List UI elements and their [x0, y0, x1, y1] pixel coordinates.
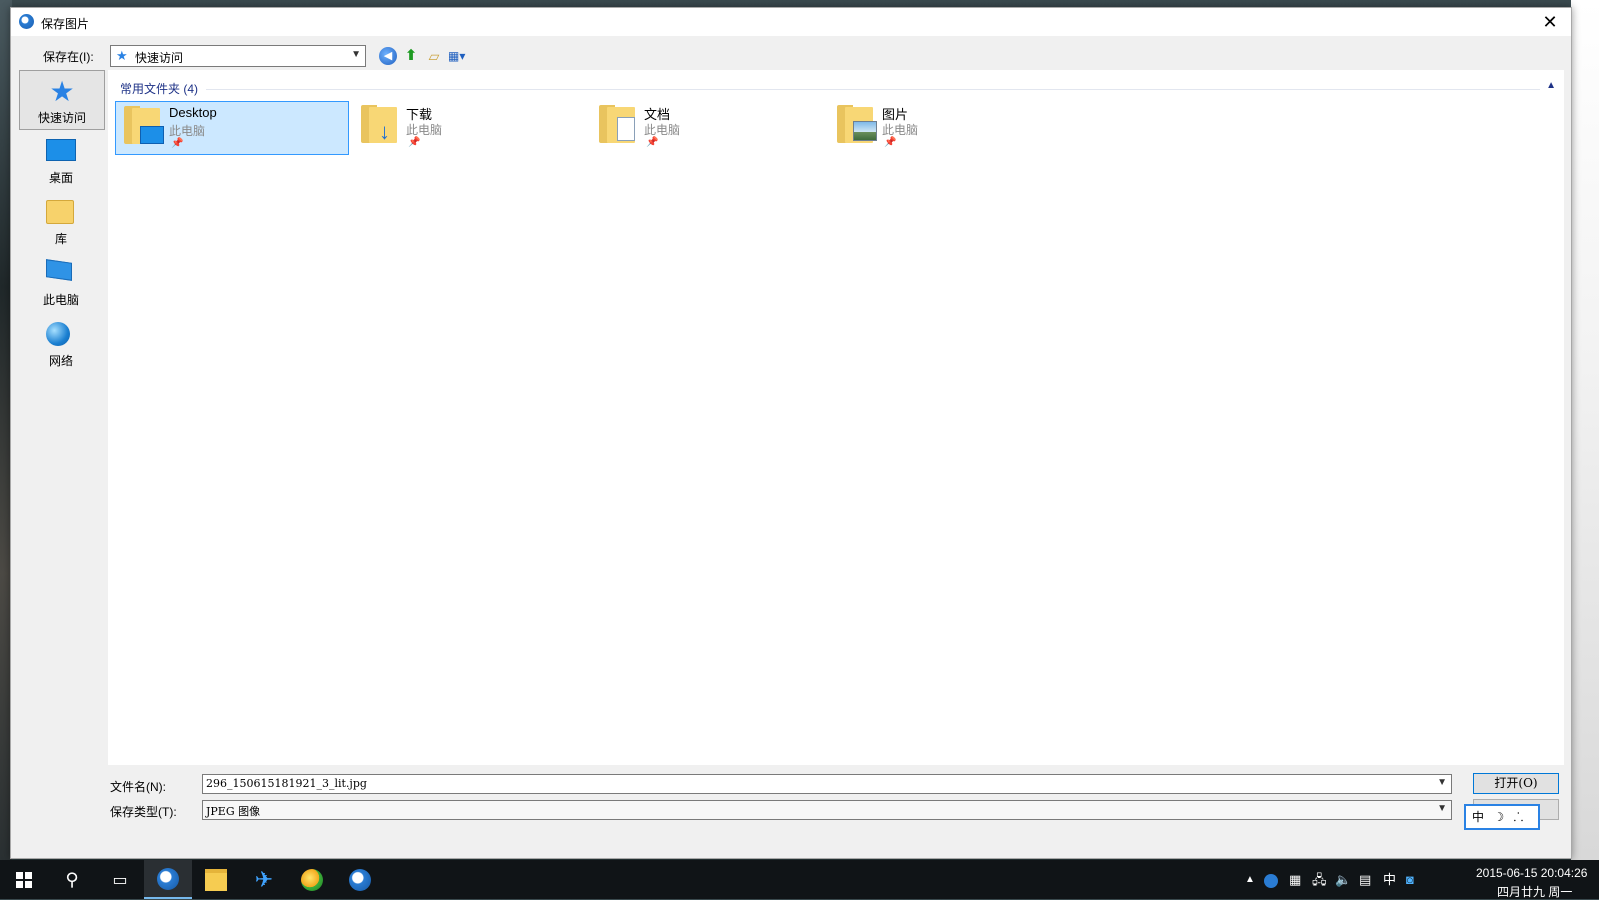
start-button[interactable] — [0, 860, 48, 899]
view-grid-icon: ▦▾ — [448, 49, 466, 63]
folder-location: 此电脑 — [406, 123, 443, 137]
show-hidden-icons-chevron[interactable]: ▲ — [1245, 860, 1255, 899]
filetype-value: JPEG 图像 — [206, 805, 261, 818]
open-button[interactable]: 打开(O) — [1473, 773, 1559, 794]
back-arrow-icon: ◀ — [383, 50, 393, 62]
save-in-value: 快速访问 — [135, 51, 184, 65]
documents-folder-icon — [597, 105, 637, 147]
chevron-down-icon: ▼ — [1437, 803, 1447, 814]
group-header[interactable]: 常用文件夹 (4) — [120, 80, 198, 97]
ime-language-toggle[interactable]: 中 — [1472, 806, 1484, 828]
downloads-folder-icon: ↓ — [359, 105, 399, 147]
filename-label: 文件名(N): — [110, 780, 166, 794]
pictures-folder-icon — [835, 105, 877, 147]
collapse-chevron-icon[interactable]: ▲ — [1546, 80, 1556, 91]
close-button[interactable]: ✕ — [1535, 10, 1565, 34]
desktop-folder-icon — [122, 106, 164, 148]
desktop-background-right — [1571, 0, 1599, 860]
windows-logo-icon — [16, 871, 32, 888]
place-label: 快速访问 — [37, 111, 86, 125]
folder-location: 此电脑 — [644, 123, 681, 137]
folder-tile-downloads[interactable]: ↓ 下载 此电脑 📌 — [353, 101, 585, 153]
place-library[interactable]: 库 — [19, 192, 103, 250]
pin-icon: 📌 — [408, 137, 421, 148]
group-divider — [206, 89, 1540, 90]
computer-icon — [46, 259, 72, 281]
folder-location: 此电脑 — [169, 124, 206, 138]
volume-icon[interactable]: 🔈 — [1335, 860, 1351, 899]
new-folder-icon: ▱ — [428, 48, 440, 64]
desktop-icon — [46, 139, 76, 161]
place-label: 此电脑 — [42, 293, 79, 307]
taskbar-app-player[interactable] — [288, 860, 336, 899]
title-bar[interactable]: 保存图片 ✕ — [11, 8, 1571, 36]
chevron-down-icon: ▼ — [351, 49, 361, 60]
save-in-dropdown[interactable]: ★ 快速访问 ▼ — [110, 45, 366, 67]
ime-punctuation-icon[interactable]: ⸫ — [1513, 806, 1523, 828]
taskbar-app-sogou-browser-2[interactable] — [336, 860, 384, 899]
clock-date[interactable]: 四月廿九 周一 — [1497, 883, 1572, 900]
clock-time[interactable]: 2015-06-15 20:04:26 — [1476, 866, 1587, 880]
place-this-pc[interactable]: 此电脑 — [19, 253, 103, 311]
place-quick-access[interactable]: ★ 快速访问 — [19, 70, 105, 130]
filename-value: 296_150615181921_3_lit.jpg — [206, 777, 367, 790]
file-list-pane[interactable]: 常用文件夹 (4) ▲ Desktop 此电脑 📌 ↓ 下载 此电脑 📌 文档 … — [108, 70, 1564, 765]
up-one-level-button[interactable]: ⬆ — [402, 47, 420, 65]
library-icon — [46, 200, 74, 224]
filetype-label: 保存类型(T): — [110, 805, 177, 819]
filename-input[interactable]: 296_150615181921_3_lit.jpg ▼ — [202, 774, 1452, 794]
folder-tile-documents[interactable]: 文档 此电脑 📌 — [591, 101, 823, 153]
folder-tile-desktop[interactable]: Desktop 此电脑 📌 — [115, 101, 349, 155]
tray-sogou-icon[interactable] — [1264, 860, 1278, 899]
view-menu-button[interactable]: ▦▾ — [448, 47, 478, 65]
pin-icon: 📌 — [646, 137, 659, 148]
folder-name: Desktop — [169, 105, 217, 120]
up-arrow-icon: ⬆ — [404, 47, 418, 64]
pin-icon: 📌 — [171, 138, 184, 149]
star-icon: ★ — [116, 48, 128, 63]
network-icon[interactable]: 🖧 — [1312, 860, 1327, 899]
sogou-app-icon — [19, 14, 34, 29]
sogou-browser-icon — [349, 868, 371, 891]
tray-app-icon[interactable]: ◙ — [1406, 860, 1414, 899]
chevron-down-icon[interactable]: ▼ — [1437, 777, 1447, 788]
place-label: 库 — [54, 232, 67, 246]
dialog-title: 保存图片 — [41, 17, 90, 31]
place-label: 网络 — [48, 354, 73, 368]
filetype-dropdown[interactable]: JPEG 图像 ▼ — [202, 800, 1452, 820]
place-network[interactable]: 网络 — [19, 314, 103, 372]
place-label: 桌面 — [48, 171, 73, 185]
place-desktop[interactable]: 桌面 — [19, 131, 103, 189]
save-image-dialog: 保存图片 ✕ 保存在(I): ★ 快速访问 ▼ ◀ ⬆ ▱ ▦▾ ★ 快速访问 … — [10, 7, 1572, 859]
network-icon — [46, 322, 70, 346]
bird-app-icon: ✈ — [254, 866, 274, 892]
new-folder-button[interactable]: ▱ — [425, 47, 443, 65]
task-view-icon: ▭ — [112, 871, 128, 889]
taskbar-app-sogou-browser[interactable] — [144, 860, 192, 899]
sogou-browser-icon — [157, 867, 179, 890]
taskbar-app-file-explorer[interactable] — [192, 860, 240, 899]
ime-toolbar[interactable]: 中 ☽ ⸫ — [1464, 804, 1540, 830]
places-bar: ★ 快速访问 桌面 库 此电脑 网络 — [17, 68, 105, 388]
folder-location: 此电脑 — [882, 123, 919, 137]
back-button[interactable]: ◀ — [379, 47, 397, 65]
star-icon: ★ — [49, 76, 75, 107]
taskbar-app-bird[interactable]: ✈ — [240, 860, 288, 899]
search-button[interactable]: ⚲ — [48, 860, 96, 899]
search-icon: ⚲ — [65, 869, 79, 889]
ime-moon-icon[interactable]: ☽ — [1493, 806, 1504, 828]
folder-tile-pictures[interactable]: 图片 此电脑 📌 — [829, 101, 1061, 153]
action-center-icon[interactable]: ▤ — [1359, 860, 1371, 899]
file-explorer-icon — [205, 868, 227, 891]
save-in-label: 保存在(I): — [43, 50, 94, 64]
ime-language-indicator[interactable]: 中 — [1383, 860, 1396, 899]
task-view-button[interactable]: ▭ — [96, 860, 144, 899]
media-player-icon — [301, 868, 323, 891]
pin-icon: 📌 — [884, 137, 897, 148]
tray-grid-icon[interactable]: ▦ — [1289, 860, 1301, 899]
